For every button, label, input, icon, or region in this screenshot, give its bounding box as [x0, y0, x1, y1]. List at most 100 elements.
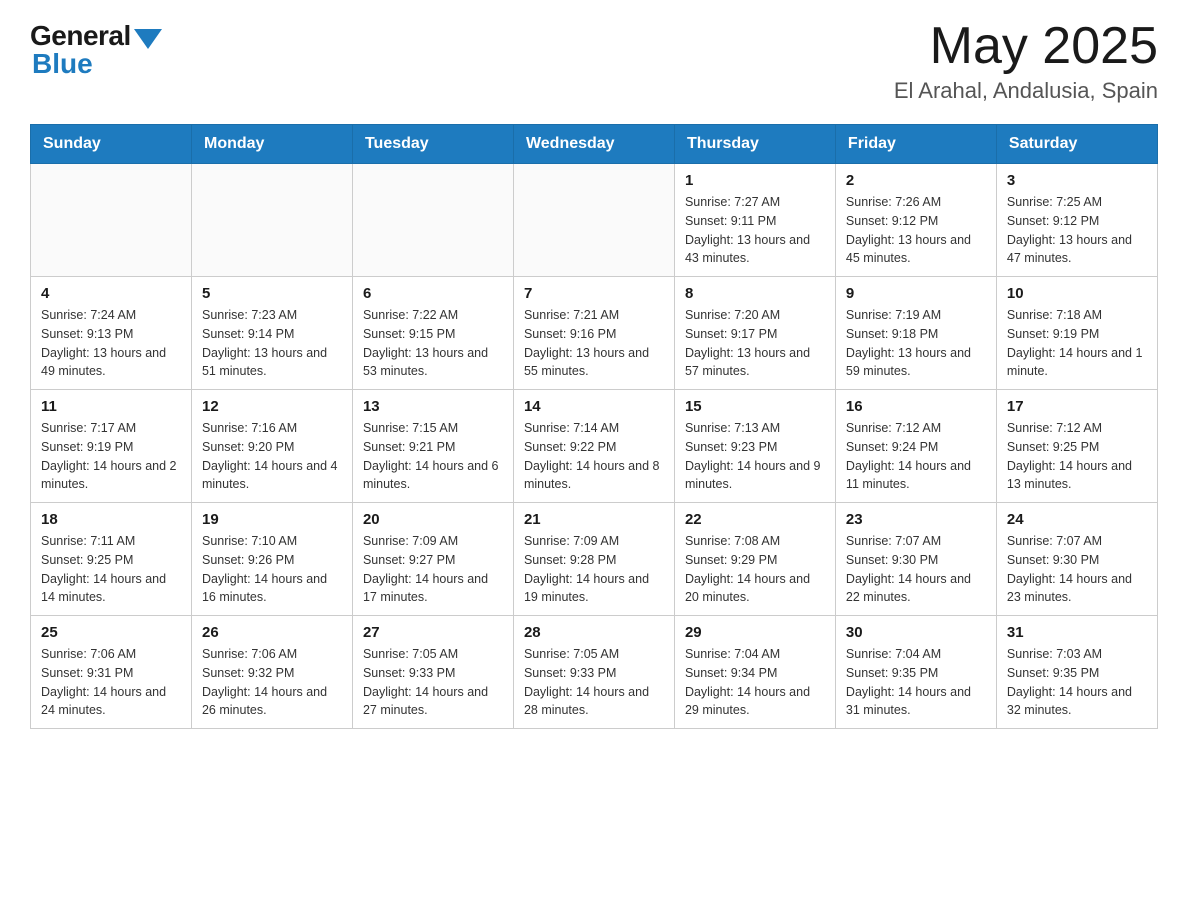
- day-number: 31: [1007, 624, 1147, 641]
- day-number: 3: [1007, 172, 1147, 189]
- calendar-cell: 14Sunrise: 7:14 AM Sunset: 9:22 PM Dayli…: [513, 390, 674, 503]
- calendar-cell: 22 Sunrise: 7:08 AM Sunset: 9:29 PM Dayli…: [674, 503, 835, 616]
- day-detail: Sunrise: 7:03 AM Sunset: 9:35 PM Dayligh…: [1007, 645, 1147, 720]
- day-detail: Sunrise: 7:17 AM Sunset: 9:19 PM Dayligh…: [41, 419, 181, 494]
- logo: General Blue: [30, 20, 162, 80]
- calendar-cell: 1 Sunrise: 7:27 AM Sunset: 9:11 PM Daylig…: [674, 164, 835, 277]
- day-detail: Sunrise: 7:11 AM Sunset: 9:25 PM Dayligh…: [41, 532, 181, 607]
- day-number: 10: [1007, 285, 1147, 302]
- day-of-week-header: Wednesday: [513, 125, 674, 164]
- day-detail: Sunrise: 7:04 AM Sunset: 9:34 PM Dayligh…: [685, 645, 825, 720]
- day-number: 6: [363, 285, 503, 302]
- month-year-title: May 2025: [894, 20, 1158, 72]
- day-number: 2: [846, 172, 986, 189]
- calendar-cell: 23Sunrise: 7:07 AM Sunset: 9:30 PM Dayli…: [835, 503, 996, 616]
- day-detail: Sunrise: 7:09 AM Sunset: 9:28 PM Dayligh…: [524, 532, 664, 607]
- day-detail: Sunrise: 7:16 AM Sunset: 9:20 PM Dayligh…: [202, 419, 342, 494]
- day-detail: Sunrise: 7:09 AM Sunset: 9:27 PM Dayligh…: [363, 532, 503, 607]
- calendar-cell: 7Sunrise: 7:21 AM Sunset: 9:16 PM Daylig…: [513, 277, 674, 390]
- day-detail: Sunrise: 7:24 AM Sunset: 9:13 PM Dayligh…: [41, 306, 181, 381]
- day-number: 30: [846, 624, 986, 641]
- calendar-cell: 11 Sunrise: 7:17 AM Sunset: 9:19 PM Dayli…: [31, 390, 192, 503]
- day-number: 26: [202, 624, 342, 641]
- day-detail: Sunrise: 7:12 AM Sunset: 9:25 PM Dayligh…: [1007, 419, 1147, 494]
- day-detail: Sunrise: 7:18 AM Sunset: 9:19 PM Dayligh…: [1007, 306, 1147, 381]
- day-of-week-header: Monday: [191, 125, 352, 164]
- calendar-cell: [513, 164, 674, 277]
- title-block: May 2025 El Arahal, Andalusia, Spain: [894, 20, 1158, 104]
- calendar-cell: 25 Sunrise: 7:06 AM Sunset: 9:31 PM Dayli…: [31, 616, 192, 729]
- day-detail: Sunrise: 7:04 AM Sunset: 9:35 PM Dayligh…: [846, 645, 986, 720]
- calendar-cell: 4 Sunrise: 7:24 AM Sunset: 9:13 PM Daylig…: [31, 277, 192, 390]
- calendar-cell: [31, 164, 192, 277]
- calendar-cell: [191, 164, 352, 277]
- calendar-cell: 16 Sunrise: 7:12 AM Sunset: 9:24 PM Dayli…: [835, 390, 996, 503]
- day-number: 21: [524, 511, 664, 528]
- day-of-week-header: Saturday: [996, 125, 1157, 164]
- calendar-cell: 18 Sunrise: 7:11 AM Sunset: 9:25 PM Dayli…: [31, 503, 192, 616]
- day-detail: Sunrise: 7:22 AM Sunset: 9:15 PM Dayligh…: [363, 306, 503, 381]
- logo-triangle-icon: [134, 29, 162, 49]
- day-number: 18: [41, 511, 181, 528]
- day-number: 24: [1007, 511, 1147, 528]
- day-detail: Sunrise: 7:25 AM Sunset: 9:12 PM Dayligh…: [1007, 193, 1147, 268]
- day-number: 4: [41, 285, 181, 302]
- day-number: 17: [1007, 398, 1147, 415]
- day-number: 16: [846, 398, 986, 415]
- calendar-cell: 9 Sunrise: 7:19 AM Sunset: 9:18 PM Daylig…: [835, 277, 996, 390]
- calendar-cell: [352, 164, 513, 277]
- calendar-week-row: 11 Sunrise: 7:17 AM Sunset: 9:19 PM Dayli…: [31, 390, 1158, 503]
- day-number: 25: [41, 624, 181, 641]
- calendar-header-row: SundayMondayTuesdayWednesdayThursdayFrid…: [31, 125, 1158, 164]
- calendar-table: SundayMondayTuesdayWednesdayThursdayFrid…: [30, 124, 1158, 729]
- calendar-week-row: 1 Sunrise: 7:27 AM Sunset: 9:11 PM Daylig…: [31, 164, 1158, 277]
- day-number: 29: [685, 624, 825, 641]
- day-detail: Sunrise: 7:13 AM Sunset: 9:23 PM Dayligh…: [685, 419, 825, 494]
- calendar-cell: 31 Sunrise: 7:03 AM Sunset: 9:35 PM Dayli…: [996, 616, 1157, 729]
- calendar-cell: 19 Sunrise: 7:10 AM Sunset: 9:26 PM Dayli…: [191, 503, 352, 616]
- day-number: 1: [685, 172, 825, 189]
- location-subtitle: El Arahal, Andalusia, Spain: [894, 78, 1158, 104]
- day-detail: Sunrise: 7:05 AM Sunset: 9:33 PM Dayligh…: [363, 645, 503, 720]
- day-number: 22: [685, 511, 825, 528]
- day-number: 15: [685, 398, 825, 415]
- day-detail: Sunrise: 7:06 AM Sunset: 9:31 PM Dayligh…: [41, 645, 181, 720]
- calendar-cell: 21 Sunrise: 7:09 AM Sunset: 9:28 PM Dayli…: [513, 503, 674, 616]
- calendar-week-row: 4 Sunrise: 7:24 AM Sunset: 9:13 PM Daylig…: [31, 277, 1158, 390]
- day-number: 7: [524, 285, 664, 302]
- day-detail: Sunrise: 7:08 AM Sunset: 9:29 PM Dayligh…: [685, 532, 825, 607]
- day-detail: Sunrise: 7:20 AM Sunset: 9:17 PM Dayligh…: [685, 306, 825, 381]
- calendar-cell: 15 Sunrise: 7:13 AM Sunset: 9:23 PM Dayli…: [674, 390, 835, 503]
- day-number: 11: [41, 398, 181, 415]
- day-detail: Sunrise: 7:27 AM Sunset: 9:11 PM Dayligh…: [685, 193, 825, 268]
- day-detail: Sunrise: 7:19 AM Sunset: 9:18 PM Dayligh…: [846, 306, 986, 381]
- calendar-cell: 30 Sunrise: 7:04 AM Sunset: 9:35 PM Dayli…: [835, 616, 996, 729]
- day-detail: Sunrise: 7:10 AM Sunset: 9:26 PM Dayligh…: [202, 532, 342, 607]
- calendar-cell: 8 Sunrise: 7:20 AM Sunset: 9:17 PM Daylig…: [674, 277, 835, 390]
- day-of-week-header: Thursday: [674, 125, 835, 164]
- day-detail: Sunrise: 7:23 AM Sunset: 9:14 PM Dayligh…: [202, 306, 342, 381]
- day-detail: Sunrise: 7:14 AM Sunset: 9:22 PM Dayligh…: [524, 419, 664, 494]
- day-detail: Sunrise: 7:05 AM Sunset: 9:33 PM Dayligh…: [524, 645, 664, 720]
- day-number: 12: [202, 398, 342, 415]
- calendar-cell: 17 Sunrise: 7:12 AM Sunset: 9:25 PM Dayli…: [996, 390, 1157, 503]
- day-number: 27: [363, 624, 503, 641]
- calendar-cell: 24Sunrise: 7:07 AM Sunset: 9:30 PM Dayli…: [996, 503, 1157, 616]
- page-header: General Blue May 2025 El Arahal, Andalus…: [30, 20, 1158, 104]
- calendar-cell: 3 Sunrise: 7:25 AM Sunset: 9:12 PM Daylig…: [996, 164, 1157, 277]
- day-number: 19: [202, 511, 342, 528]
- day-number: 13: [363, 398, 503, 415]
- day-number: 28: [524, 624, 664, 641]
- day-of-week-header: Sunday: [31, 125, 192, 164]
- calendar-cell: 20Sunrise: 7:09 AM Sunset: 9:27 PM Dayli…: [352, 503, 513, 616]
- day-number: 8: [685, 285, 825, 302]
- logo-blue-text: Blue: [32, 48, 93, 80]
- day-of-week-header: Tuesday: [352, 125, 513, 164]
- calendar-cell: 27 Sunrise: 7:05 AM Sunset: 9:33 PM Dayli…: [352, 616, 513, 729]
- day-detail: Sunrise: 7:07 AM Sunset: 9:30 PM Dayligh…: [846, 532, 986, 607]
- day-number: 9: [846, 285, 986, 302]
- calendar-week-row: 25 Sunrise: 7:06 AM Sunset: 9:31 PM Dayli…: [31, 616, 1158, 729]
- day-detail: Sunrise: 7:12 AM Sunset: 9:24 PM Dayligh…: [846, 419, 986, 494]
- day-detail: Sunrise: 7:06 AM Sunset: 9:32 PM Dayligh…: [202, 645, 342, 720]
- day-of-week-header: Friday: [835, 125, 996, 164]
